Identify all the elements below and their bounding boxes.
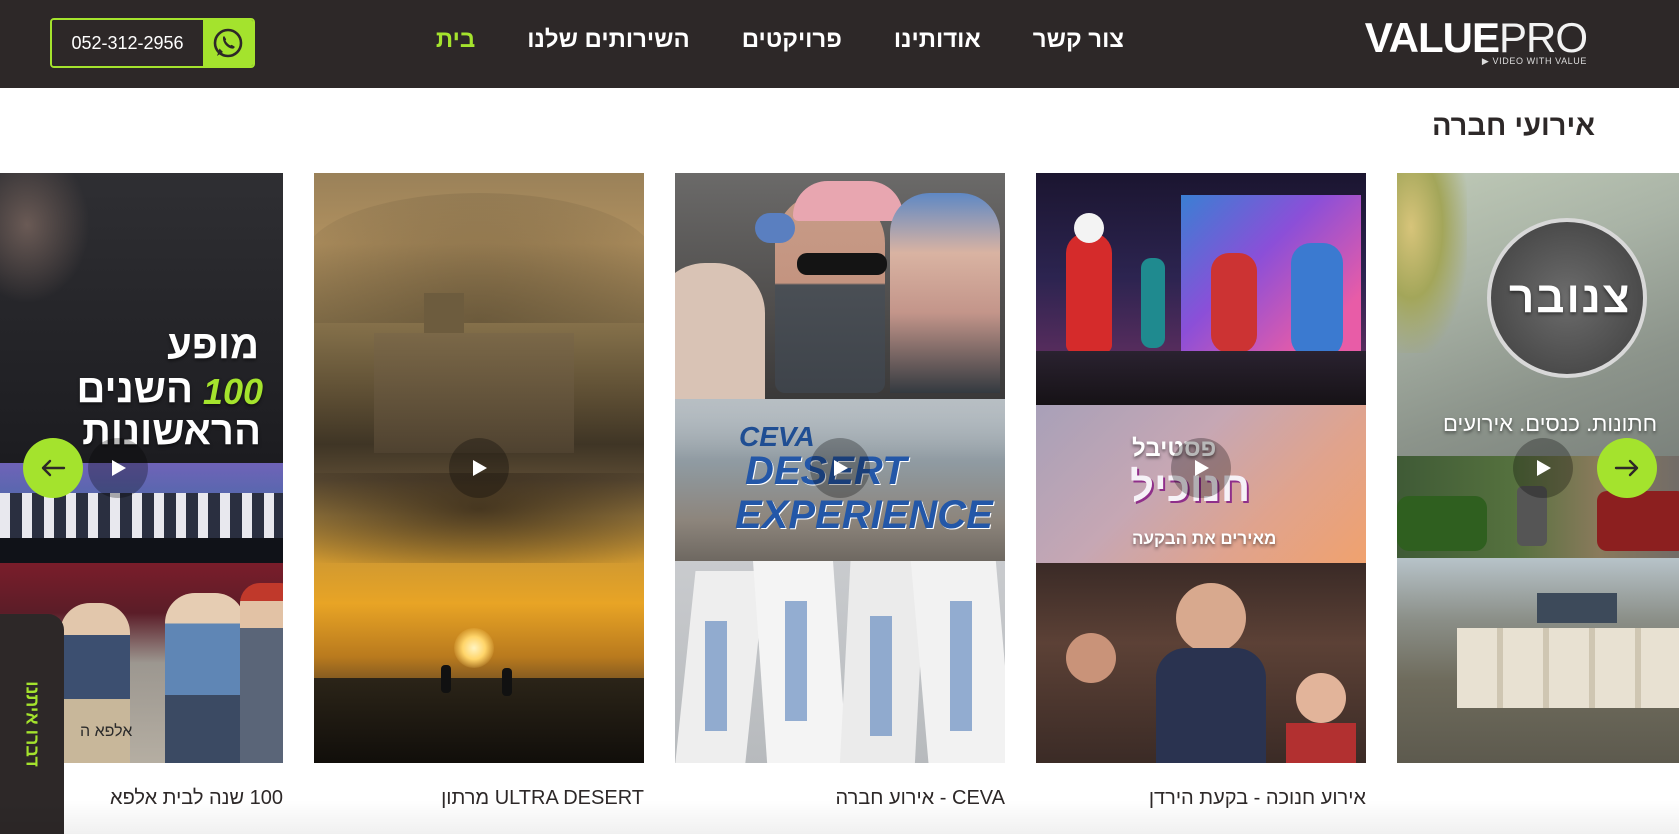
card-overlay-subtitle: מאירים את הבקעה bbox=[1132, 529, 1277, 548]
card-overlay-number: 100 bbox=[202, 371, 263, 412]
nav-item-projects[interactable]: פרויקטים bbox=[742, 24, 842, 56]
play-icon[interactable] bbox=[88, 438, 148, 498]
whatsapp-icon[interactable] bbox=[203, 20, 253, 66]
arrow-right-icon bbox=[1614, 459, 1639, 477]
video-card-hanukkah[interactable]: פסטיבל חנוכיל מאירים את הבקעה bbox=[1036, 173, 1366, 763]
play-icon[interactable] bbox=[810, 438, 870, 498]
logo-wordmark: VALUEPRO bbox=[1364, 14, 1588, 61]
section-title: אירועי חברה bbox=[1431, 110, 1595, 142]
bottom-shadow bbox=[0, 800, 1679, 834]
carousel-prev-button[interactable] bbox=[23, 438, 83, 498]
arrow-left-icon bbox=[41, 459, 66, 477]
card-thumb-bottom bbox=[675, 561, 1005, 763]
phone-button[interactable]: 052-312-2956 bbox=[50, 18, 255, 68]
card-thumb-bottom bbox=[1036, 563, 1366, 763]
card-thumb-top: מופע השנים 100 הראשונות bbox=[0, 173, 283, 463]
card-thumb-bottom bbox=[1397, 558, 1679, 763]
phone-number: 052-312-2956 bbox=[52, 20, 203, 66]
card-overlay-subtitle: חתונות. כנסים. אירועים bbox=[1443, 411, 1658, 436]
side-tab-label: דברו איתנו bbox=[22, 681, 43, 767]
logo[interactable]: VALUEPRO ▶ VIDEO WITH VALUE bbox=[1365, 16, 1588, 70]
nav-item-contact[interactable]: צור קשר bbox=[1033, 24, 1124, 56]
card-thumb-top: צנובר חתונות. כנסים. אירועים bbox=[1397, 173, 1679, 456]
logo-light: PRO bbox=[1498, 14, 1588, 61]
main-nav: בית השירותים שלנו פרויקטים אודותינו צור … bbox=[436, 24, 1124, 56]
logo-bold: VALUE bbox=[1364, 14, 1500, 61]
card-thumb-top bbox=[1036, 173, 1366, 405]
nav-item-about[interactable]: אודותינו bbox=[894, 24, 981, 56]
card-overlay-sign: אלפא ה bbox=[80, 723, 133, 740]
nav-item-services[interactable]: השירותים שלנו bbox=[527, 24, 689, 56]
card-overlay-title-line2: EXPERIENCE bbox=[735, 493, 993, 537]
card-overlay-line1: מופע bbox=[167, 323, 259, 367]
video-card-ceva[interactable]: CEVA DESERT EXPERIENCE bbox=[675, 173, 1005, 763]
play-icon[interactable] bbox=[449, 438, 509, 498]
play-icon[interactable] bbox=[1513, 438, 1573, 498]
play-icon[interactable] bbox=[1171, 438, 1231, 498]
video-card-ultra-desert[interactable] bbox=[314, 173, 644, 763]
site-header: VALUEPRO ▶ VIDEO WITH VALUE בית השירותים… bbox=[0, 0, 1679, 88]
card-overlay-title: צנובר bbox=[1509, 273, 1632, 322]
logo-tagline: ▶ VIDEO WITH VALUE bbox=[1481, 56, 1587, 66]
card-thumb-top bbox=[675, 173, 1005, 399]
carousel-next-button[interactable] bbox=[1597, 438, 1657, 498]
nav-item-home[interactable]: בית bbox=[436, 24, 475, 56]
page: VALUEPRO ▶ VIDEO WITH VALUE בית השירותים… bbox=[0, 0, 1679, 834]
card-overlay-line2: השנים bbox=[76, 367, 193, 411]
